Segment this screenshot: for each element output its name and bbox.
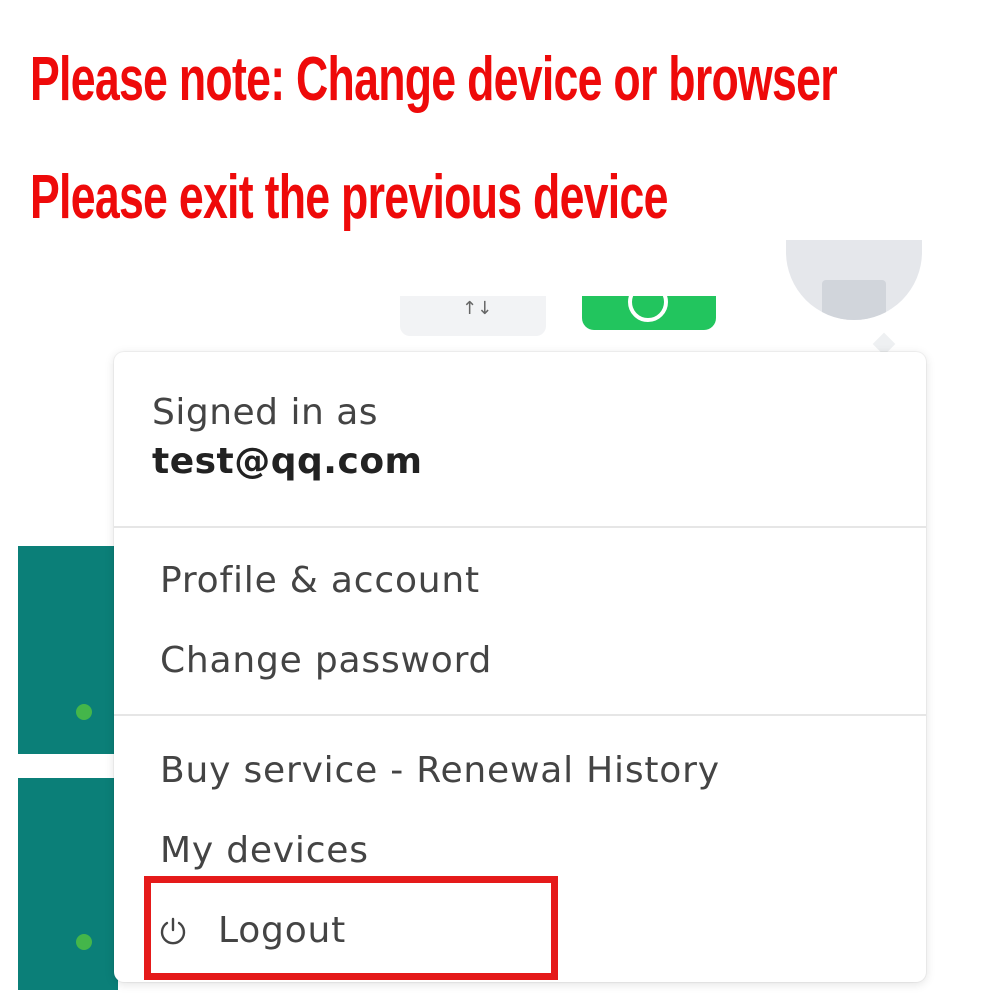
topbar-action-button[interactable]: ↑↓: [400, 296, 546, 336]
user-email: test@qq.com: [152, 441, 423, 482]
avatar-button[interactable]: [786, 240, 922, 320]
signed-in-info: Signed in as test@qq.com: [152, 392, 423, 482]
menu-item-my-devices[interactable]: My devices: [160, 830, 369, 871]
menu-item-buy-service[interactable]: Buy service - Renewal History: [160, 750, 720, 791]
status-dot: [76, 704, 92, 720]
device-card[interactable]: [18, 546, 118, 754]
avatar-icon: [822, 280, 886, 320]
menu-divider: [114, 526, 926, 528]
action-icon: ↑↓: [462, 298, 493, 319]
status-dot: [76, 934, 92, 950]
device-card[interactable]: [18, 778, 118, 990]
whatsapp-icon: [628, 296, 668, 322]
whatsapp-button[interactable]: [582, 296, 716, 330]
notice-line-2: Please exit the previous device: [30, 163, 668, 232]
menu-divider: [114, 714, 926, 716]
signed-in-label: Signed in as: [152, 392, 379, 433]
logout-highlight-box: [144, 876, 558, 980]
notice-line-1: Please note: Change device or browser: [30, 45, 838, 114]
menu-item-change-password[interactable]: Change password: [160, 640, 492, 681]
menu-item-profile-account[interactable]: Profile & account: [160, 560, 480, 601]
